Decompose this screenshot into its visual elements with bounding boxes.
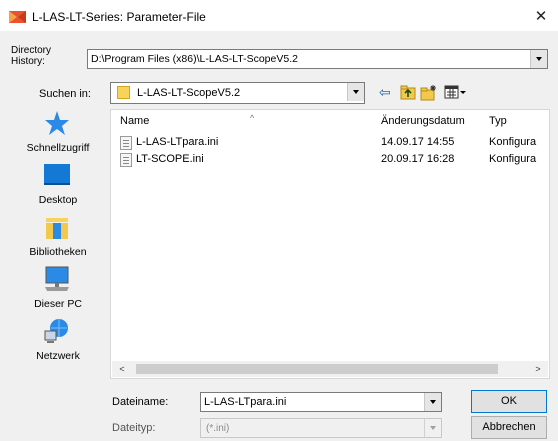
filename-value: L-LAS-LTpara.ini [204, 396, 287, 408]
directory-history-combo[interactable]: D:\Program Files (x86)\L-LAS-LT-ScopeV5.… [87, 49, 548, 69]
look-in-combo[interactable]: L-LAS-LT-ScopeV5.2 [110, 82, 365, 104]
close-button[interactable]: ✕ [530, 6, 552, 28]
desktop-icon [44, 164, 70, 185]
place-label: Desktop [38, 194, 78, 206]
cancel-button[interactable]: Abbrechen [471, 416, 547, 439]
up-folder-icon[interactable] [400, 84, 416, 101]
ini-file-icon [120, 136, 132, 150]
place-label: Netzwerk [36, 350, 80, 362]
chevron-down-icon[interactable] [347, 83, 364, 101]
sort-up-icon: ^ [250, 113, 255, 123]
library-icon [46, 218, 68, 239]
directory-history-value: D:\Program Files (x86)\L-LAS-LT-ScopeV5.… [91, 53, 298, 65]
view-menu-icon[interactable] [444, 84, 468, 101]
place-label: Schnellzugriff [26, 142, 90, 154]
new-folder-icon[interactable] [420, 84, 437, 101]
back-arrow-icon[interactable]: ⇦ [379, 84, 395, 101]
directory-history-label: Directory History: [11, 45, 51, 67]
look-in-label: Suchen in: [39, 88, 91, 100]
ok-button[interactable]: OK [471, 390, 547, 413]
star-icon [45, 111, 69, 135]
column-header-date[interactable]: Änderungsdatum [381, 115, 465, 127]
title-bar: L-LAS-LT-Series: Parameter-File ✕ [0, 3, 558, 31]
directory-label-line1: Directory [11, 45, 52, 56]
horizontal-scrollbar[interactable]: < > [112, 361, 548, 377]
filename-label: Dateiname: [112, 396, 169, 408]
place-label: Dieser PC [34, 298, 82, 310]
filetype-select[interactable]: (*.ini) [200, 418, 442, 438]
place-label: Bibliotheken [29, 246, 87, 258]
filetype-value: (*.ini) [206, 423, 230, 434]
directory-label-line2: History: [11, 56, 45, 67]
column-header-type[interactable]: Typ [489, 115, 507, 127]
file-date: 14.09.17 14:55 [381, 136, 455, 148]
scroll-left-icon[interactable]: < [115, 361, 129, 377]
network-icon [44, 319, 68, 343]
file-row[interactable]: LT-SCOPE.ini 20.09.17 16:28 Konfigura [111, 152, 549, 168]
file-list[interactable]: Name ^ Änderungsdatum Typ L-LAS-LTpara.i… [110, 109, 550, 379]
chevron-down-icon[interactable] [424, 393, 441, 411]
chevron-down-icon[interactable] [530, 50, 547, 68]
folder-icon [117, 86, 130, 99]
column-name-label: Name [120, 115, 150, 127]
chevron-down-icon[interactable] [424, 419, 441, 437]
filetype-label: Dateityp: [112, 422, 156, 434]
file-name: L-LAS-LTpara.ini [136, 136, 219, 148]
column-header-name[interactable]: Name ^ [120, 113, 254, 127]
scroll-right-icon[interactable]: > [531, 361, 545, 377]
file-dialog: Directory History: D:\Program Files (x86… [0, 31, 558, 441]
file-date: 20.09.17 16:28 [381, 153, 455, 165]
places-bar: Schnellzugriff Desktop Bibliotheken Dies… [13, 109, 103, 369]
computer-icon [45, 266, 69, 291]
file-row[interactable]: L-LAS-LTpara.ini 14.09.17 14:55 Konfigur… [111, 135, 549, 151]
file-name: LT-SCOPE.ini [136, 153, 204, 165]
filename-field[interactable]: L-LAS-LTpara.ini [200, 392, 442, 412]
app-icon [9, 11, 26, 23]
window-title: L-LAS-LT-Series: Parameter-File [32, 10, 206, 24]
file-type: Konfigura [489, 136, 537, 148]
scroll-thumb[interactable] [136, 364, 498, 374]
file-type: Konfigura [489, 153, 537, 165]
look-in-value: L-LAS-LT-ScopeV5.2 [137, 87, 241, 99]
ini-file-icon [120, 153, 132, 167]
